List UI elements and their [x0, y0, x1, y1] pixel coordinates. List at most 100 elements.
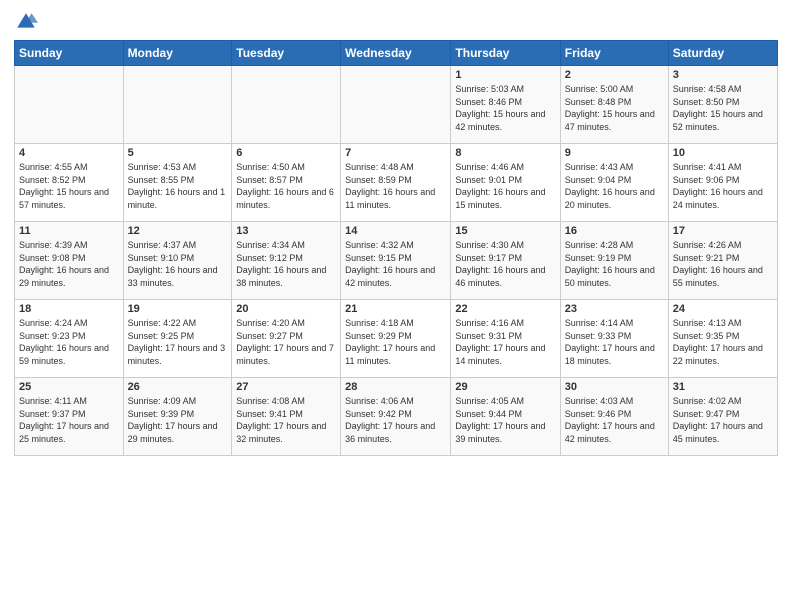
- calendar-cell: 30 Sunrise: 4:03 AMSunset: 9:46 PMDaylig…: [560, 378, 668, 456]
- calendar-cell: 21 Sunrise: 4:18 AMSunset: 9:29 PMDaylig…: [341, 300, 451, 378]
- calendar-cell: 31 Sunrise: 4:02 AMSunset: 9:47 PMDaylig…: [668, 378, 777, 456]
- day-number: 26: [128, 381, 228, 393]
- calendar-cell: 24 Sunrise: 4:13 AMSunset: 9:35 PMDaylig…: [668, 300, 777, 378]
- calendar-cell: 26 Sunrise: 4:09 AMSunset: 9:39 PMDaylig…: [123, 378, 232, 456]
- calendar-cell: 15 Sunrise: 4:30 AMSunset: 9:17 PMDaylig…: [451, 222, 560, 300]
- calendar-cell: [15, 66, 124, 144]
- calendar-cell: 3 Sunrise: 4:58 AMSunset: 8:50 PMDayligh…: [668, 66, 777, 144]
- calendar-cell: 11 Sunrise: 4:39 AMSunset: 9:08 PMDaylig…: [15, 222, 124, 300]
- day-number: 16: [565, 225, 664, 237]
- day-number: 9: [565, 147, 664, 159]
- cell-sunrise-info: Sunrise: 4:32 AMSunset: 9:15 PMDaylight:…: [345, 240, 435, 288]
- day-number: 23: [565, 303, 664, 315]
- cell-sunrise-info: Sunrise: 4:58 AMSunset: 8:50 PMDaylight:…: [673, 84, 763, 132]
- weekday-header-saturday: Saturday: [668, 41, 777, 66]
- day-number: 19: [128, 303, 228, 315]
- day-number: 12: [128, 225, 228, 237]
- weekday-header-wednesday: Wednesday: [341, 41, 451, 66]
- cell-sunrise-info: Sunrise: 4:48 AMSunset: 8:59 PMDaylight:…: [345, 162, 435, 210]
- day-number: 7: [345, 147, 446, 159]
- cell-sunrise-info: Sunrise: 4:14 AMSunset: 9:33 PMDaylight:…: [565, 318, 655, 366]
- day-number: 13: [236, 225, 336, 237]
- calendar-cell: 8 Sunrise: 4:46 AMSunset: 9:01 PMDayligh…: [451, 144, 560, 222]
- calendar-cell: 17 Sunrise: 4:26 AMSunset: 9:21 PMDaylig…: [668, 222, 777, 300]
- page: SundayMondayTuesdayWednesdayThursdayFrid…: [0, 0, 792, 612]
- cell-sunrise-info: Sunrise: 4:43 AMSunset: 9:04 PMDaylight:…: [565, 162, 655, 210]
- logo: [14, 10, 42, 34]
- cell-sunrise-info: Sunrise: 4:41 AMSunset: 9:06 PMDaylight:…: [673, 162, 763, 210]
- calendar-cell: 1 Sunrise: 5:03 AMSunset: 8:46 PMDayligh…: [451, 66, 560, 144]
- cell-sunrise-info: Sunrise: 5:00 AMSunset: 8:48 PMDaylight:…: [565, 84, 655, 132]
- day-number: 25: [19, 381, 119, 393]
- day-number: 18: [19, 303, 119, 315]
- day-number: 24: [673, 303, 773, 315]
- cell-sunrise-info: Sunrise: 4:28 AMSunset: 9:19 PMDaylight:…: [565, 240, 655, 288]
- weekday-header-friday: Friday: [560, 41, 668, 66]
- calendar-cell: [123, 66, 232, 144]
- cell-sunrise-info: Sunrise: 4:02 AMSunset: 9:47 PMDaylight:…: [673, 396, 763, 444]
- calendar-cell: 22 Sunrise: 4:16 AMSunset: 9:31 PMDaylig…: [451, 300, 560, 378]
- day-number: 5: [128, 147, 228, 159]
- day-number: 27: [236, 381, 336, 393]
- calendar-cell: 10 Sunrise: 4:41 AMSunset: 9:06 PMDaylig…: [668, 144, 777, 222]
- day-number: 3: [673, 69, 773, 81]
- header: [14, 10, 778, 34]
- cell-sunrise-info: Sunrise: 4:22 AMSunset: 9:25 PMDaylight:…: [128, 318, 226, 366]
- calendar-cell: 5 Sunrise: 4:53 AMSunset: 8:55 PMDayligh…: [123, 144, 232, 222]
- cell-sunrise-info: Sunrise: 4:13 AMSunset: 9:35 PMDaylight:…: [673, 318, 763, 366]
- day-number: 10: [673, 147, 773, 159]
- cell-sunrise-info: Sunrise: 4:26 AMSunset: 9:21 PMDaylight:…: [673, 240, 763, 288]
- day-number: 11: [19, 225, 119, 237]
- calendar-cell: 16 Sunrise: 4:28 AMSunset: 9:19 PMDaylig…: [560, 222, 668, 300]
- day-number: 29: [455, 381, 555, 393]
- calendar-cell: 9 Sunrise: 4:43 AMSunset: 9:04 PMDayligh…: [560, 144, 668, 222]
- calendar-cell: 6 Sunrise: 4:50 AMSunset: 8:57 PMDayligh…: [232, 144, 341, 222]
- cell-sunrise-info: Sunrise: 4:55 AMSunset: 8:52 PMDaylight:…: [19, 162, 109, 210]
- cell-sunrise-info: Sunrise: 4:37 AMSunset: 9:10 PMDaylight:…: [128, 240, 218, 288]
- day-number: 22: [455, 303, 555, 315]
- cell-sunrise-info: Sunrise: 4:39 AMSunset: 9:08 PMDaylight:…: [19, 240, 109, 288]
- calendar-cell: 25 Sunrise: 4:11 AMSunset: 9:37 PMDaylig…: [15, 378, 124, 456]
- cell-sunrise-info: Sunrise: 4:03 AMSunset: 9:46 PMDaylight:…: [565, 396, 655, 444]
- calendar-cell: 20 Sunrise: 4:20 AMSunset: 9:27 PMDaylig…: [232, 300, 341, 378]
- day-number: 2: [565, 69, 664, 81]
- calendar-cell: 2 Sunrise: 5:00 AMSunset: 8:48 PMDayligh…: [560, 66, 668, 144]
- weekday-header-thursday: Thursday: [451, 41, 560, 66]
- cell-sunrise-info: Sunrise: 4:46 AMSunset: 9:01 PMDaylight:…: [455, 162, 545, 210]
- cell-sunrise-info: Sunrise: 5:03 AMSunset: 8:46 PMDaylight:…: [455, 84, 545, 132]
- cell-sunrise-info: Sunrise: 4:18 AMSunset: 9:29 PMDaylight:…: [345, 318, 435, 366]
- day-number: 4: [19, 147, 119, 159]
- calendar-cell: 13 Sunrise: 4:34 AMSunset: 9:12 PMDaylig…: [232, 222, 341, 300]
- cell-sunrise-info: Sunrise: 4:50 AMSunset: 8:57 PMDaylight:…: [236, 162, 334, 210]
- calendar-cell: 18 Sunrise: 4:24 AMSunset: 9:23 PMDaylig…: [15, 300, 124, 378]
- calendar-cell: 7 Sunrise: 4:48 AMSunset: 8:59 PMDayligh…: [341, 144, 451, 222]
- weekday-header-monday: Monday: [123, 41, 232, 66]
- calendar-cell: 28 Sunrise: 4:06 AMSunset: 9:42 PMDaylig…: [341, 378, 451, 456]
- day-number: 17: [673, 225, 773, 237]
- day-number: 1: [455, 69, 555, 81]
- calendar-cell: 29 Sunrise: 4:05 AMSunset: 9:44 PMDaylig…: [451, 378, 560, 456]
- calendar-cell: 14 Sunrise: 4:32 AMSunset: 9:15 PMDaylig…: [341, 222, 451, 300]
- calendar-cell: 12 Sunrise: 4:37 AMSunset: 9:10 PMDaylig…: [123, 222, 232, 300]
- day-number: 21: [345, 303, 446, 315]
- calendar-cell: 23 Sunrise: 4:14 AMSunset: 9:33 PMDaylig…: [560, 300, 668, 378]
- calendar-week-4: 18 Sunrise: 4:24 AMSunset: 9:23 PMDaylig…: [15, 300, 778, 378]
- calendar-cell: 4 Sunrise: 4:55 AMSunset: 8:52 PMDayligh…: [15, 144, 124, 222]
- day-number: 28: [345, 381, 446, 393]
- day-number: 14: [345, 225, 446, 237]
- calendar-cell: 27 Sunrise: 4:08 AMSunset: 9:41 PMDaylig…: [232, 378, 341, 456]
- day-number: 15: [455, 225, 555, 237]
- cell-sunrise-info: Sunrise: 4:53 AMSunset: 8:55 PMDaylight:…: [128, 162, 226, 210]
- weekday-header-sunday: Sunday: [15, 41, 124, 66]
- cell-sunrise-info: Sunrise: 4:08 AMSunset: 9:41 PMDaylight:…: [236, 396, 326, 444]
- day-number: 31: [673, 381, 773, 393]
- calendar-week-5: 25 Sunrise: 4:11 AMSunset: 9:37 PMDaylig…: [15, 378, 778, 456]
- calendar-cell: 19 Sunrise: 4:22 AMSunset: 9:25 PMDaylig…: [123, 300, 232, 378]
- calendar-week-3: 11 Sunrise: 4:39 AMSunset: 9:08 PMDaylig…: [15, 222, 778, 300]
- cell-sunrise-info: Sunrise: 4:09 AMSunset: 9:39 PMDaylight:…: [128, 396, 218, 444]
- cell-sunrise-info: Sunrise: 4:06 AMSunset: 9:42 PMDaylight:…: [345, 396, 435, 444]
- day-number: 6: [236, 147, 336, 159]
- calendar-cell: [232, 66, 341, 144]
- calendar-week-2: 4 Sunrise: 4:55 AMSunset: 8:52 PMDayligh…: [15, 144, 778, 222]
- weekday-header-tuesday: Tuesday: [232, 41, 341, 66]
